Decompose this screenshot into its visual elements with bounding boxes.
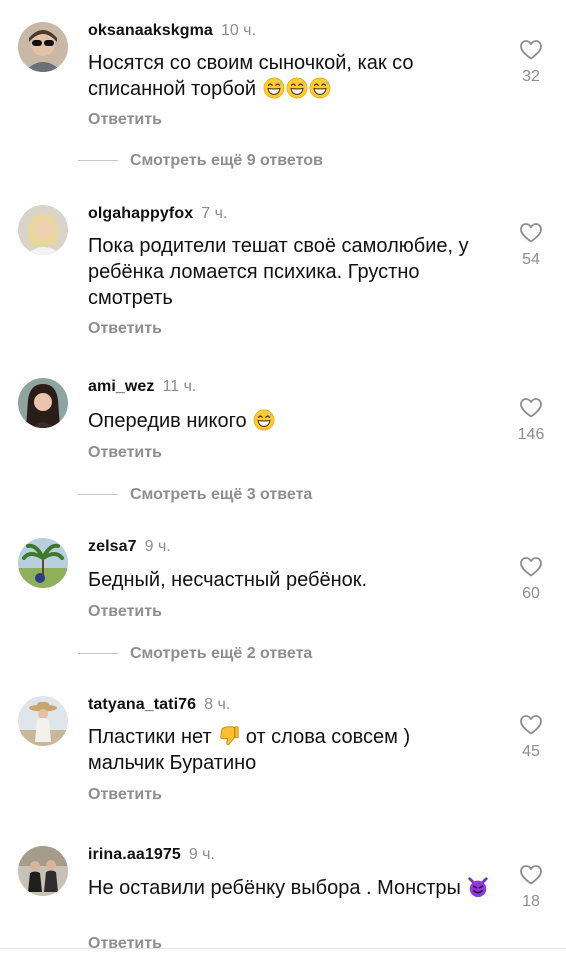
like-count: 146 xyxy=(517,426,545,443)
avatar[interactable] xyxy=(18,205,68,255)
username[interactable]: oksanaakskgma xyxy=(88,22,213,39)
bottom-divider xyxy=(0,948,566,949)
heart-icon[interactable] xyxy=(519,555,543,579)
comment-text: Пока родители тешат своё самолюбие, у ре… xyxy=(88,235,469,309)
heart-icon[interactable] xyxy=(519,221,543,245)
grinning-sweat-emoji xyxy=(253,409,275,431)
heart-icon[interactable] xyxy=(519,38,543,62)
like-control: 60 xyxy=(508,555,554,603)
avatar[interactable] xyxy=(18,378,68,428)
like-count: 18 xyxy=(522,893,540,910)
like-control: 146 xyxy=(508,396,554,444)
comment-header: ami_wez 11 ч. xyxy=(88,378,196,396)
comment-text: Носятся со своим сыночкой, как со списан… xyxy=(88,52,414,100)
like-control: 32 xyxy=(508,38,554,86)
comment-text: Не оставили ребёнку выбора . Монстры xyxy=(88,875,498,901)
timestamp: 7 ч. xyxy=(201,205,228,222)
username[interactable]: olgahappyfox xyxy=(88,205,193,222)
divider-line xyxy=(78,494,118,496)
timestamp: 10 ч. xyxy=(220,22,256,39)
comment-header: zelsa7 9 ч. xyxy=(88,538,171,556)
reply-button[interactable]: Ответить xyxy=(88,444,162,462)
like-count: 32 xyxy=(522,68,540,85)
comment-text: Бедный, несчастный ребёнок. xyxy=(88,569,368,591)
grinning-sweat-emoji xyxy=(263,77,285,99)
heart-icon[interactable] xyxy=(519,713,543,737)
grinning-sweat-emoji xyxy=(309,77,331,99)
comment-text: Опередив никого xyxy=(88,408,498,434)
comment-header: olgahappyfox 7 ч. xyxy=(88,205,227,223)
view-more-replies[interactable]: Смотреть ещё 9 ответов xyxy=(78,152,323,170)
reply-button[interactable]: Ответить xyxy=(88,935,162,953)
divider-line xyxy=(78,653,118,655)
avatar[interactable] xyxy=(18,846,68,896)
like-control: 18 xyxy=(508,863,554,911)
timestamp: 8 ч. xyxy=(204,696,231,713)
comment-header: tatyana_tati76 8 ч. xyxy=(88,696,230,714)
comment-header: oksanaakskgma 10 ч. xyxy=(88,22,256,40)
timestamp: 11 ч. xyxy=(162,378,197,395)
view-more-replies[interactable]: Смотреть ещё 3 ответа xyxy=(78,486,312,504)
username[interactable]: irina.aa1975 xyxy=(88,846,181,863)
like-count: 54 xyxy=(522,251,540,268)
like-control: 45 xyxy=(508,713,554,761)
comment-text: Пластики нет от слова совсем ) мальчик Б… xyxy=(88,725,411,774)
like-count: 60 xyxy=(522,585,540,602)
avatar[interactable] xyxy=(18,538,68,588)
reply-button[interactable]: Ответить xyxy=(88,786,162,804)
timestamp: 9 ч. xyxy=(188,846,215,863)
divider-line xyxy=(78,160,118,162)
reply-button[interactable]: Ответить xyxy=(88,603,162,621)
like-count: 45 xyxy=(522,743,540,760)
timestamp: 9 ч. xyxy=(144,538,171,555)
avatar[interactable] xyxy=(18,696,68,746)
username[interactable]: zelsa7 xyxy=(88,538,137,555)
avatar[interactable] xyxy=(18,22,68,72)
view-more-replies[interactable]: Смотреть ещё 2 ответа xyxy=(78,645,312,663)
heart-icon[interactable] xyxy=(519,863,543,887)
thumbs-down-emoji xyxy=(218,725,240,747)
devil-face-emoji xyxy=(467,876,489,898)
comment-header: irina.aa1975 9 ч. xyxy=(88,846,215,864)
username[interactable]: tatyana_tati76 xyxy=(88,696,196,713)
heart-icon[interactable] xyxy=(519,396,543,420)
reply-button[interactable]: Ответить xyxy=(88,320,162,338)
reply-button[interactable]: Ответить xyxy=(88,111,162,129)
like-control: 54 xyxy=(508,221,554,269)
username[interactable]: ami_wez xyxy=(88,378,155,395)
grinning-sweat-emoji xyxy=(286,77,308,99)
